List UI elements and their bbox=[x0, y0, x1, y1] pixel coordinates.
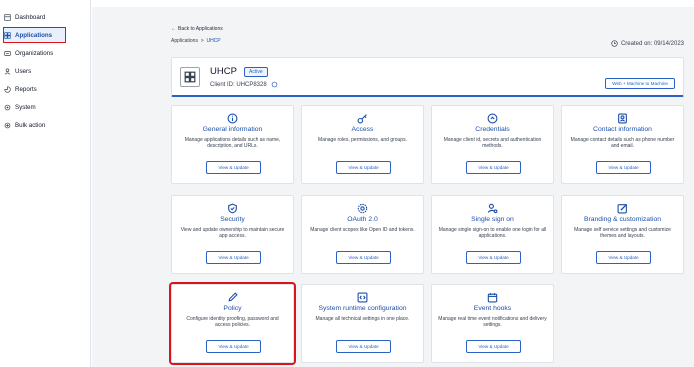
view-update-button[interactable]: View & Update bbox=[336, 251, 391, 264]
status-badge: Active bbox=[244, 67, 268, 77]
shield-icon bbox=[228, 203, 237, 214]
branding-edit-icon bbox=[617, 203, 628, 214]
tile-oauth: OAuth 2.0 Manage client scopes like Open… bbox=[301, 195, 424, 274]
tile-description: View and update ownership to maintain se… bbox=[180, 227, 285, 240]
dashboard-icon bbox=[4, 13, 11, 21]
bulk-action-icon bbox=[4, 122, 11, 128]
view-update-button[interactable]: View & Update bbox=[206, 251, 261, 264]
tile-contact-information: Contact information Manage contact detai… bbox=[561, 105, 684, 184]
view-update-button[interactable]: View & Update bbox=[596, 251, 651, 264]
tile-description: Manage all technical settings in one pla… bbox=[315, 316, 410, 322]
sidebar: Dashboard Applications Organizations Use… bbox=[0, 0, 91, 367]
tile-title: Credentials bbox=[475, 126, 510, 133]
breadcrumb-applications[interactable]: Applications bbox=[171, 38, 198, 44]
tile-description: Manage real time event notifications and… bbox=[438, 316, 547, 329]
tile-title: General information bbox=[202, 126, 263, 133]
breadcrumb-current: UHCP bbox=[206, 38, 221, 44]
sidebar-item-label: Dashboard bbox=[15, 13, 46, 21]
created-date: Created on: 09/14/2023 bbox=[611, 40, 684, 47]
tile-title: System runtime configuration bbox=[318, 305, 407, 312]
tile-system-runtime-configuration: System runtime configuration Manage all … bbox=[301, 284, 424, 363]
view-update-button[interactable]: View & Update bbox=[206, 340, 261, 353]
sidebar-item-label: Bulk action bbox=[15, 121, 46, 129]
tile-event-hooks: Event hooks Manage real time event notif… bbox=[431, 284, 554, 363]
client-id: Client ID: UHCP8328 bbox=[210, 81, 278, 88]
view-update-button[interactable]: View & Update bbox=[596, 161, 651, 174]
tile-description: Manage self service settings and customi… bbox=[574, 227, 671, 240]
tile-title: Security bbox=[220, 216, 245, 223]
arrow-left-icon: ← bbox=[171, 26, 176, 32]
copy-icon[interactable] bbox=[271, 81, 278, 88]
view-update-button[interactable]: View & Update bbox=[466, 340, 521, 353]
tile-title: OAuth 2.0 bbox=[347, 216, 378, 223]
code-icon bbox=[357, 292, 368, 303]
tile-title: Branding & customization bbox=[583, 216, 662, 223]
tile-title: Event hooks bbox=[473, 305, 512, 312]
tile-title: Policy bbox=[223, 305, 242, 312]
tile-description: Manage single sign-on to enable one logi… bbox=[438, 227, 547, 240]
tile-title: Contact information bbox=[593, 126, 652, 133]
tile-description: Manage roles, permissions, and groups. bbox=[318, 137, 407, 143]
tile-single-sign-on: Single sign on Manage single sign-on to … bbox=[431, 195, 554, 274]
info-icon bbox=[227, 113, 238, 124]
tile-access: Access Manage roles, permissions, and gr… bbox=[301, 105, 424, 184]
user-icon bbox=[4, 67, 11, 75]
key-icon bbox=[357, 114, 367, 124]
sidebar-item-users[interactable]: Users bbox=[4, 64, 66, 78]
oauth-gear-icon bbox=[357, 203, 368, 214]
tile-general-information: General information Manage applications … bbox=[171, 105, 294, 184]
tile-description: Configure identity proofing, password an… bbox=[186, 316, 279, 329]
view-update-button[interactable]: View & Update bbox=[336, 340, 391, 353]
tile-title: Access bbox=[351, 126, 374, 133]
sidebar-item-label: Applications bbox=[15, 31, 53, 39]
back-link[interactable]: ← Back to Applications bbox=[171, 26, 223, 32]
breadcrumb: Applications > UHCP bbox=[171, 38, 221, 44]
clock-icon bbox=[611, 40, 618, 47]
tile-policy: Policy Configure identity proofing, pass… bbox=[169, 282, 296, 365]
view-update-button[interactable]: View & Update bbox=[336, 161, 391, 174]
app-summary-card: UHCP Active Client ID: UHCP8328 Web + Ma… bbox=[171, 57, 684, 97]
app-grid-icon bbox=[180, 67, 200, 87]
sidebar-item-bulk-action[interactable]: Bulk action bbox=[4, 118, 66, 132]
tile-description: Manage contact details such as phone num… bbox=[570, 137, 675, 150]
sidebar-item-organizations[interactable]: Organizations bbox=[4, 46, 66, 60]
tile-credentials: Credentials Manage client id, secrets an… bbox=[431, 105, 554, 184]
credentials-icon bbox=[487, 113, 498, 124]
view-update-button[interactable]: View & Update bbox=[466, 251, 521, 264]
view-update-button[interactable]: View & Update bbox=[206, 161, 261, 174]
tile-description: Manage client id, secrets and authentica… bbox=[443, 137, 542, 150]
sso-user-icon bbox=[487, 203, 498, 214]
app-name: UHCP bbox=[210, 66, 237, 77]
tile-title: Single sign on bbox=[471, 216, 514, 223]
tile-branding-customization: Branding & customization Manage self ser… bbox=[561, 195, 684, 274]
sidebar-item-reports[interactable]: Reports bbox=[4, 82, 66, 96]
main-content: ← Back to Applications Applications > UH… bbox=[92, 7, 694, 367]
tile-description: Manage applications details such as name… bbox=[184, 137, 281, 150]
sidebar-item-applications[interactable]: Applications bbox=[3, 27, 66, 43]
calendar-icon bbox=[487, 293, 498, 303]
pencil-icon bbox=[228, 292, 238, 302]
app-type-button[interactable]: Web + Machine to Machine bbox=[605, 78, 675, 89]
sidebar-item-dashboard[interactable]: Dashboard bbox=[4, 10, 66, 24]
system-icon bbox=[4, 104, 11, 110]
sidebar-item-label: System bbox=[15, 103, 36, 111]
view-update-button[interactable]: View & Update bbox=[466, 161, 521, 174]
contact-icon bbox=[618, 113, 627, 124]
tile-security: Security View and update ownership to ma… bbox=[171, 195, 294, 274]
sidebar-item-label: Organizations bbox=[15, 49, 54, 57]
tile-description: Manage client scopes like Open ID and to… bbox=[310, 227, 415, 233]
applications-icon bbox=[4, 31, 11, 39]
reports-icon bbox=[4, 85, 11, 93]
sidebar-item-label: Users bbox=[15, 67, 32, 75]
organizations-icon bbox=[4, 50, 11, 56]
sidebar-item-system[interactable]: System bbox=[4, 100, 66, 114]
sidebar-item-label: Reports bbox=[15, 85, 37, 93]
